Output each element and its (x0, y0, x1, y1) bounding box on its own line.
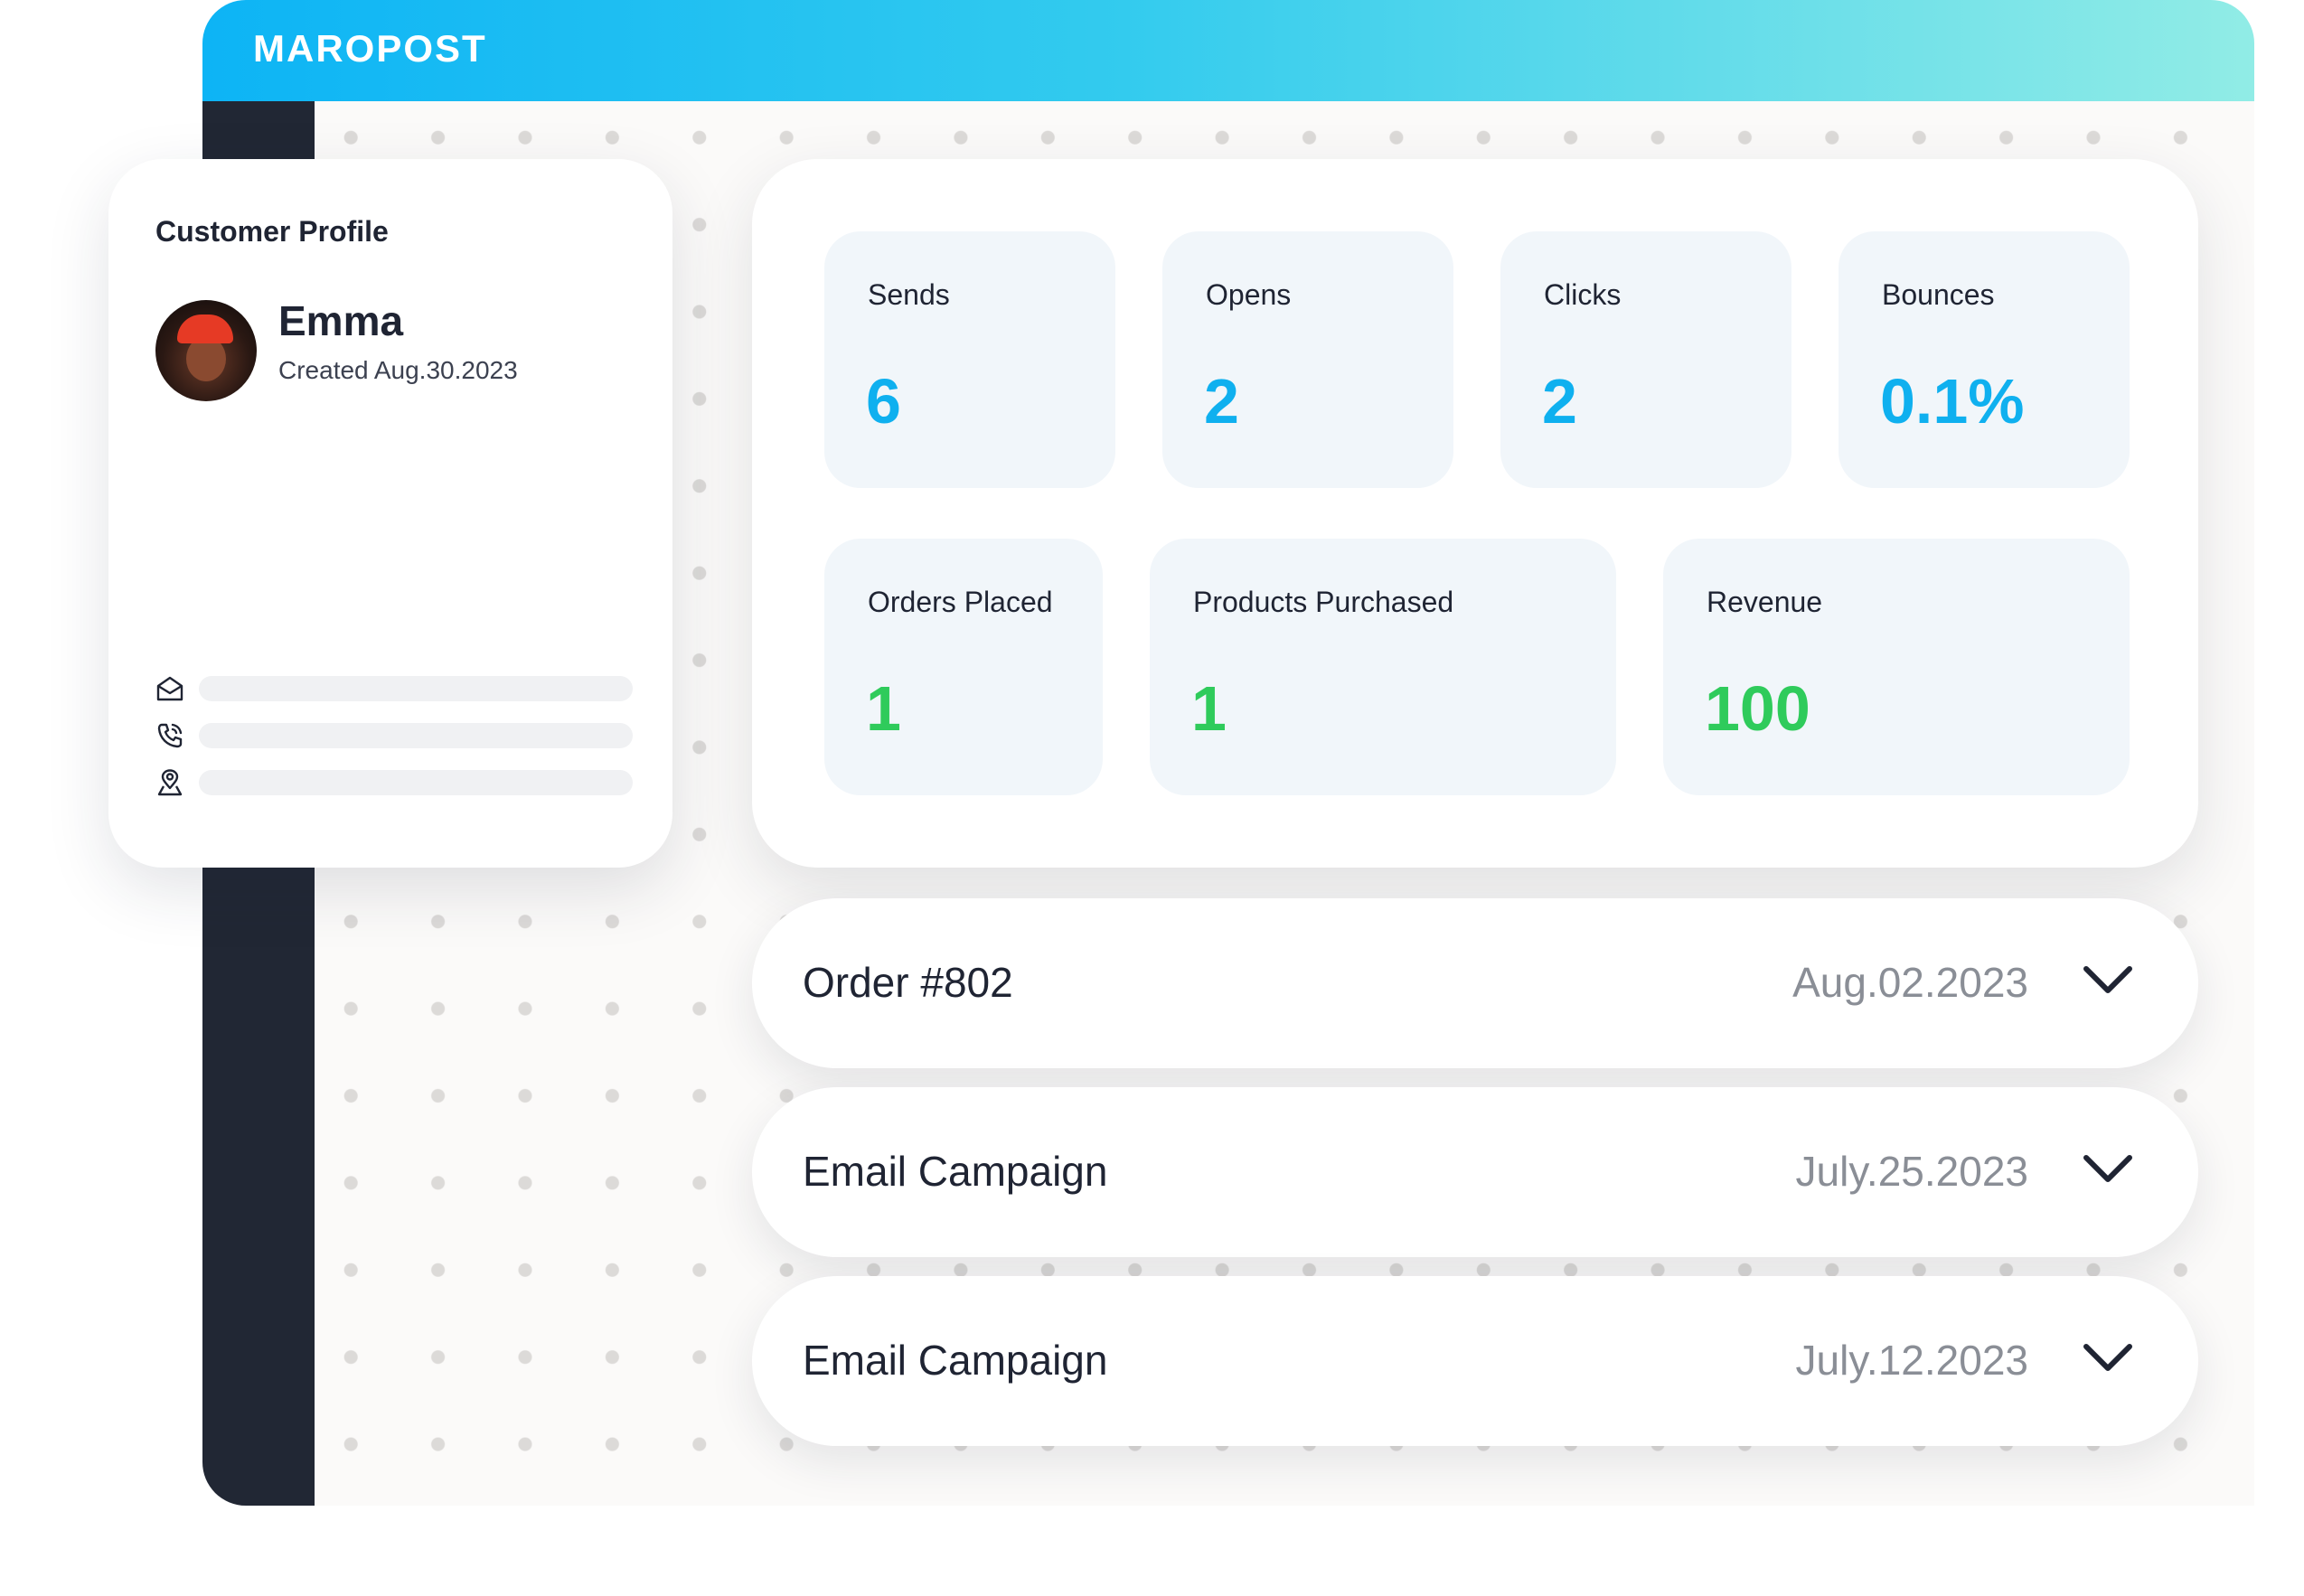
activity-date: July.12.2023 (1795, 1337, 2028, 1384)
stat-tile-clicks[interactable]: Clicks 2 (1500, 231, 1791, 488)
stat-value: 2 (1204, 366, 1239, 437)
stat-value: 0.1% (1880, 366, 2025, 437)
stat-label: Sends (868, 278, 950, 311)
location-placeholder-bar (199, 770, 633, 795)
stat-label: Orders Placed (868, 586, 1053, 618)
contact-location-row[interactable] (155, 768, 633, 797)
mail-icon (156, 676, 183, 701)
stat-value: 1 (866, 673, 901, 744)
contact-phone-row[interactable] (155, 721, 633, 750)
stat-value: 100 (1705, 673, 1810, 744)
stat-label: Clicks (1544, 278, 1622, 311)
stat-value: 6 (866, 366, 901, 437)
stat-label: Products Purchased (1193, 586, 1454, 618)
phone-icon (157, 723, 183, 748)
stat-tile-orders-placed[interactable]: Orders Placed 1 (824, 539, 1103, 795)
stat-tile-products-purchased[interactable]: Products Purchased 1 (1150, 539, 1616, 795)
location-icon (157, 769, 183, 796)
phone-placeholder-bar (199, 723, 633, 748)
stat-value: 2 (1542, 366, 1577, 437)
chevron-down-icon[interactable] (2081, 962, 2135, 998)
stat-tile-opens[interactable]: Opens 2 (1162, 231, 1453, 488)
activity-title: Email Campaign (803, 1337, 1108, 1384)
stat-label: Revenue (1707, 586, 1823, 618)
activity-row-email-campaign[interactable]: Email Campaign July.12.2023 (752, 1276, 2198, 1446)
stats-panel: Sends 6 Opens 2 Clicks 2 Bounces 0.1% Or… (752, 159, 2198, 868)
stat-value: 1 (1191, 673, 1227, 744)
customer-name: Emma (278, 297, 404, 344)
stat-label: Bounces (1882, 278, 1995, 311)
customer-created-date: Created Aug.30.2023 (278, 356, 518, 384)
brand-logo[interactable]: MAROPOST (253, 27, 487, 70)
contact-email-row[interactable] (155, 674, 633, 703)
stat-label: Opens (1206, 278, 1292, 311)
stat-tile-sends[interactable]: Sends 6 (824, 231, 1115, 488)
stat-tile-revenue[interactable]: Revenue 100 (1663, 539, 2130, 795)
stat-tile-bounces[interactable]: Bounces 0.1% (1838, 231, 2130, 488)
activity-date: Aug.02.2023 (1792, 959, 2028, 1006)
activity-title: Order #802 (803, 959, 1013, 1006)
email-placeholder-bar (199, 676, 633, 701)
avatar-cap (177, 315, 233, 343)
activity-row-email-campaign[interactable]: Email Campaign July.25.2023 (752, 1087, 2198, 1257)
profile-card-title: Customer Profile (155, 215, 389, 248)
avatar[interactable] (155, 300, 257, 401)
chevron-down-icon[interactable] (2081, 1150, 2135, 1187)
activity-date: July.25.2023 (1795, 1148, 2028, 1195)
customer-profile-card: Customer Profile Emma Created Aug.30.202… (108, 159, 672, 868)
top-bar: MAROPOST (202, 0, 2254, 101)
activity-row-order[interactable]: Order #802 Aug.02.2023 (752, 898, 2198, 1068)
activity-title: Email Campaign (803, 1148, 1108, 1195)
chevron-down-icon[interactable] (2081, 1339, 2135, 1375)
